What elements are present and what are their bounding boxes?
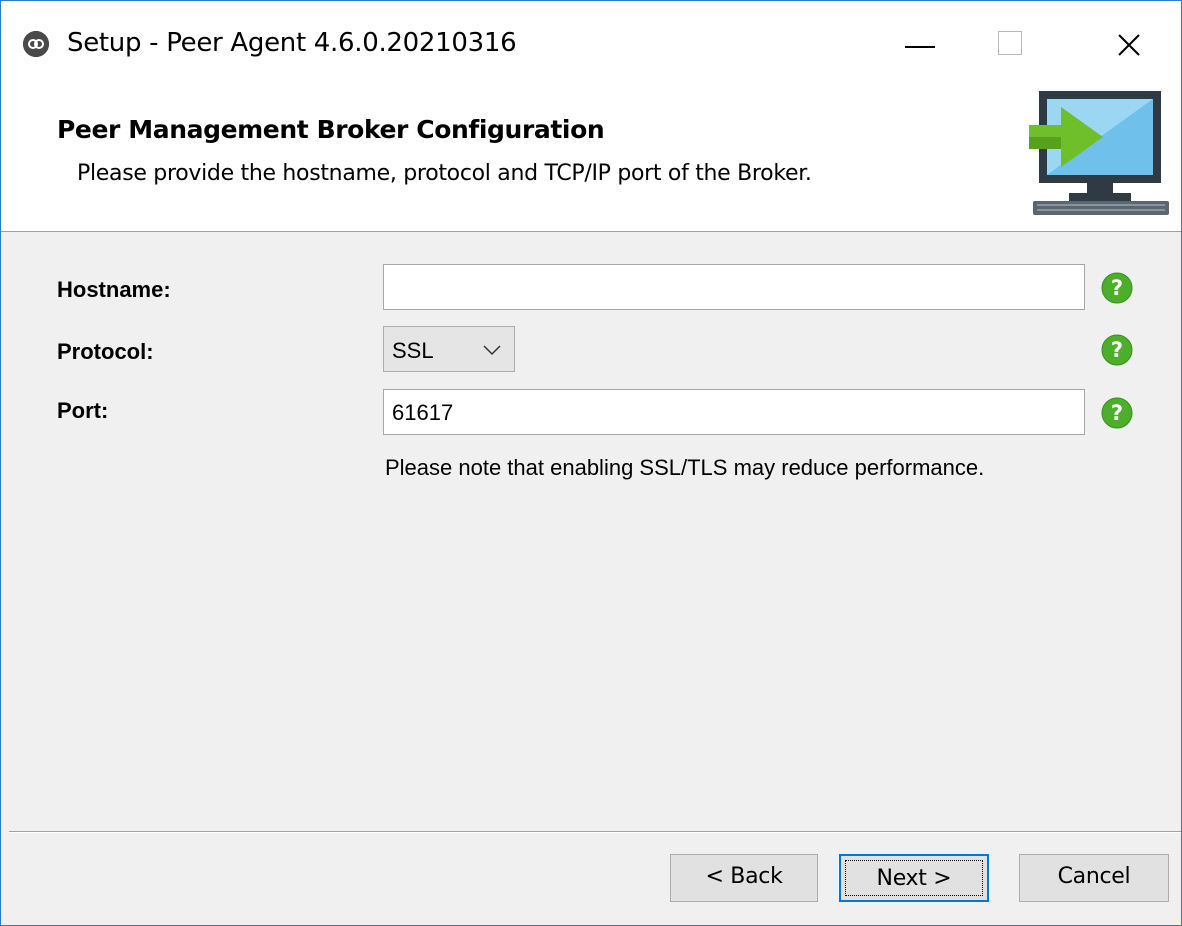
help-question-icon[interactable]: ? xyxy=(1101,334,1133,366)
svg-text:?: ? xyxy=(1111,401,1123,425)
port-input[interactable]: 61617 xyxy=(383,389,1085,435)
wizard-header: Peer Management Broker Configuration Ple… xyxy=(1,85,1181,232)
title-bar[interactable]: Setup - Peer Agent 4.6.0.20210316 xyxy=(1,1,1181,85)
chevron-down-icon xyxy=(483,345,501,356)
window-title: Setup - Peer Agent 4.6.0.20210316 xyxy=(67,28,517,58)
port-label: Port: xyxy=(57,398,109,423)
setup-window: Setup - Peer Agent 4.6.0.20210316 Peer M… xyxy=(0,0,1182,926)
svg-text:?: ? xyxy=(1111,338,1123,362)
cancel-button[interactable]: Cancel xyxy=(1019,854,1169,902)
page-subtitle: Please provide the hostname, protocol an… xyxy=(77,161,812,186)
minimize-button[interactable] xyxy=(891,19,951,71)
close-icon xyxy=(1118,34,1140,56)
help-question-icon[interactable]: ? xyxy=(1101,397,1133,429)
peer-logo-icon xyxy=(23,31,49,57)
close-button[interactable] xyxy=(1099,19,1159,71)
monitor-arrow-icon xyxy=(1029,91,1169,215)
next-button-label: Next > xyxy=(845,860,983,896)
footer-divider xyxy=(9,831,1181,833)
hostname-label: Hostname: xyxy=(57,277,171,302)
svg-text:?: ? xyxy=(1111,276,1123,300)
protocol-select[interactable]: SSL xyxy=(383,326,515,372)
maximize-button[interactable] xyxy=(981,19,1041,71)
ssl-performance-note: Please note that enabling SSL/TLS may re… xyxy=(385,455,985,480)
next-button[interactable]: Next > xyxy=(839,854,989,902)
hostname-input[interactable] xyxy=(383,264,1085,310)
protocol-label: Protocol: xyxy=(57,339,154,364)
page-title: Peer Management Broker Configuration xyxy=(57,115,605,144)
protocol-value: SSL xyxy=(392,338,434,363)
back-button[interactable]: < Back xyxy=(670,854,818,902)
help-question-icon[interactable]: ? xyxy=(1101,272,1133,304)
